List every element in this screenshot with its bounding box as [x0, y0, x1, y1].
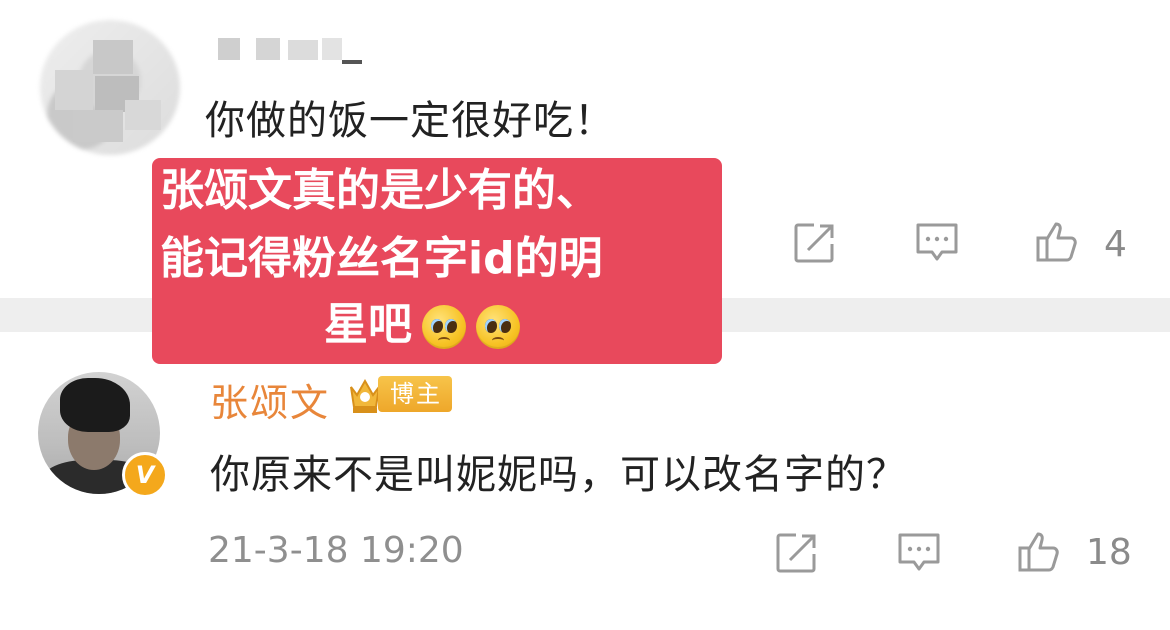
crown-badge-icon	[348, 375, 382, 415]
like-count: 18	[1086, 532, 1132, 573]
caption-overlay: 张颂文真的是少有的、 能记得粉丝名字id的明 星吧	[152, 158, 722, 364]
reply-text: 你原来不是叫妮妮吗，可以改名字的？	[210, 452, 907, 498]
caption-line-3: 星吧	[324, 296, 520, 354]
blogger-badge: 博主	[378, 376, 452, 412]
caption-line-1: 张颂文真的是少有的、	[160, 165, 600, 216]
commenter-name-redacted	[218, 36, 368, 66]
pleading-face-emoji	[476, 305, 520, 349]
reply-timestamp: 21-3-18 19:20	[208, 530, 464, 571]
forward-icon[interactable]	[792, 220, 838, 266]
forward-icon[interactable]	[774, 530, 820, 576]
avatar-mosaic	[55, 30, 165, 145]
comment-icon[interactable]	[896, 530, 942, 576]
verified-badge: V	[122, 452, 168, 498]
like-icon[interactable]	[1016, 528, 1062, 574]
comment-icon[interactable]	[914, 220, 960, 266]
author-name[interactable]: 张颂文	[210, 372, 330, 427]
pleading-face-emoji	[422, 305, 466, 349]
like-icon[interactable]	[1034, 218, 1080, 264]
caption-line-3-text: 星吧	[324, 299, 412, 350]
caption-line-2: 能记得粉丝名字id的明	[160, 233, 603, 284]
like-count: 4	[1104, 224, 1127, 265]
comment-text: 你做的饭一定很好吃！	[205, 98, 615, 144]
